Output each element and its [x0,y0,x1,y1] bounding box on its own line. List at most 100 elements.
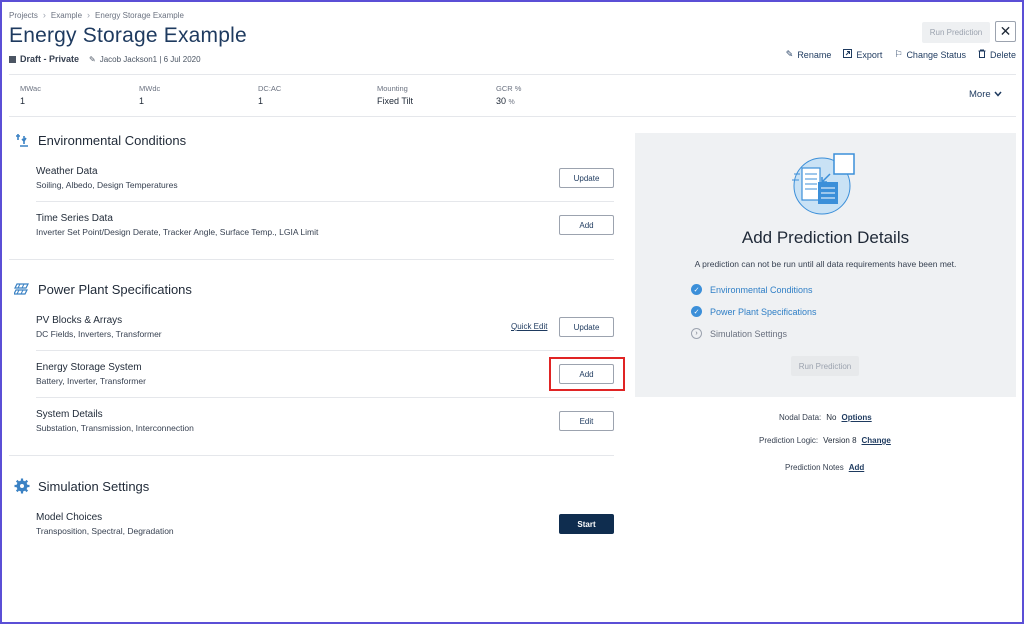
checklist-item-environmental: ✓ Environmental Conditions [691,284,813,295]
section-environmental: Environmental Conditions [14,132,186,148]
change-status-label: Change Status [906,49,966,60]
export-button[interactable]: Export [843,49,882,60]
item-title: PV Blocks & Arrays [36,315,123,326]
run-prediction-button-top[interactable]: Run Prediction [922,22,990,43]
more-label: More [969,89,991,100]
item-title: Time Series Data [36,213,113,224]
item-subtitle: Battery, Inverter, Transformer [36,376,146,386]
stat-label: DC:AC [258,84,282,93]
stat-unit: % [508,99,515,106]
checklist-item-power-plant: ✓ Power Plant Specifications [691,306,817,317]
breadcrumb-current: Energy Storage Example [95,10,184,20]
chevron-right-icon: › [87,10,91,20]
list-item-timeseries: Time Series Data Inverter Set Point/Desi… [36,213,318,237]
checklist-label: Simulation Settings [710,328,788,339]
breadcrumb: Projects › Example › Energy Storage Exam… [9,10,184,20]
section-power-plant: Power Plant Specifications [14,281,192,297]
prediction-notes-label: Prediction Notes [785,463,844,472]
stat-label: GCR % [496,84,522,93]
stat-value: 1 [139,96,145,106]
prediction-notes-add-link[interactable]: Add [849,463,865,472]
prediction-logic-label: Prediction Logic: [759,436,819,445]
item-title: Energy Storage System [36,362,142,373]
item-title: System Details [36,409,103,420]
page-title: Energy Storage Example [9,24,247,47]
item-subtitle: Transposition, Spectral, Degradation [36,526,174,536]
run-prediction-button-panel[interactable]: Run Prediction [791,356,859,376]
stat-dcac: DC:AC 1 [258,84,377,106]
checklist-label: Power Plant Specifications [710,306,817,317]
author-info: Jacob Jackson1 | 6 Jul 2020 [99,54,201,64]
export-label: Export [856,49,883,60]
list-item-weather: Weather Data Soiling, Albedo, Design Tem… [36,166,178,190]
divider [9,455,614,456]
nodal-data-label: Nodal Data: [779,413,822,422]
item-subtitle: Substation, Transmission, Interconnectio… [36,423,194,433]
stat-mwac: MWac 1 [20,84,139,106]
section-title: Simulation Settings [38,478,150,494]
gear-icon [14,478,30,494]
timeseries-add-button[interactable]: Add [559,215,614,235]
prediction-logic-value: Version 8 [823,436,857,445]
stat-mwdc: MWdc 1 [139,84,258,106]
nodal-data-value: No [826,413,837,422]
weather-update-button[interactable]: Update [559,168,614,188]
checklist-item-simulation: › Simulation Settings [691,328,787,339]
item-title: Weather Data [36,166,98,177]
prediction-logic-row: Prediction Logic: Version 8 Change [759,436,891,445]
breadcrumb-example[interactable]: Example [51,11,82,20]
stat-mounting: Mounting Fixed Tilt [377,84,496,106]
stat-label: MWdc [139,84,161,93]
prediction-logic-change-link[interactable]: Change [862,436,891,445]
list-item-pv-blocks: PV Blocks & Arrays DC Fields, Inverters,… [36,315,162,339]
breadcrumb-projects[interactable]: Projects [9,11,38,20]
check-icon: ✓ [691,306,702,317]
model-choices-start-button[interactable]: Start [559,514,614,534]
divider [36,350,614,351]
stat-gcr: GCR % 30 % [496,84,615,106]
list-item-model-choices: Model Choices Transposition, Spectral, D… [36,512,174,536]
stat-label: Mounting [377,84,408,93]
divider [36,201,614,202]
stat-label: MWac [20,84,41,93]
close-button[interactable]: ✕ [995,21,1016,42]
header-actions: ✎ Rename Export ⚐ Change Status Delete [786,49,1016,60]
prediction-notes-row: Prediction Notes Add [785,463,864,472]
energy-storage-add-button[interactable]: Add [559,364,614,384]
stat-value: 30 % [496,96,615,106]
rename-button[interactable]: ✎ Rename [786,49,832,60]
status-label: Draft - Private [20,54,80,64]
delete-button[interactable]: Delete [978,49,1016,60]
divider [36,397,614,398]
nodal-data-row: Nodal Data: No Options [779,413,872,422]
section-title: Environmental Conditions [38,132,187,148]
pv-blocks-update-button[interactable]: Update [559,317,614,337]
divider [9,116,1016,117]
change-status-button[interactable]: ⚐ Change Status [894,49,966,60]
item-subtitle: DC Fields, Inverters, Transformer [36,329,162,339]
section-simulation: Simulation Settings [14,478,149,494]
flag-icon: ⚐ [894,49,903,59]
trash-icon [978,49,986,60]
chevron-right-icon: › [42,10,46,20]
solar-panel-icon [14,281,30,297]
nodal-options-link[interactable]: Options [841,413,871,422]
quick-edit-link[interactable]: Quick Edit [511,322,547,331]
stat-value: Fixed Tilt [377,96,414,106]
system-details-edit-button[interactable]: Edit [559,411,614,431]
item-subtitle: Soiling, Albedo, Design Temperatures [36,180,178,190]
environment-icon [14,132,30,148]
stat-number: 30 [496,96,507,106]
export-icon [843,49,853,60]
checklist-label: Environmental Conditions [710,284,813,295]
section-title: Power Plant Specifications [38,281,192,297]
list-item-energy-storage: Energy Storage System Battery, Inverter,… [36,362,146,386]
item-subtitle: Inverter Set Point/Design Derate, Tracke… [36,227,319,237]
delete-label: Delete [989,49,1016,60]
project-stats: MWac 1 MWdc 1 DC:AC 1 Mounting Fixed Til… [20,84,615,106]
divider [9,259,614,260]
close-icon: ✕ [999,23,1012,39]
chevron-right-circle-icon: › [691,328,702,339]
more-button[interactable]: More [969,89,1002,100]
document-illustration-icon [792,152,858,221]
